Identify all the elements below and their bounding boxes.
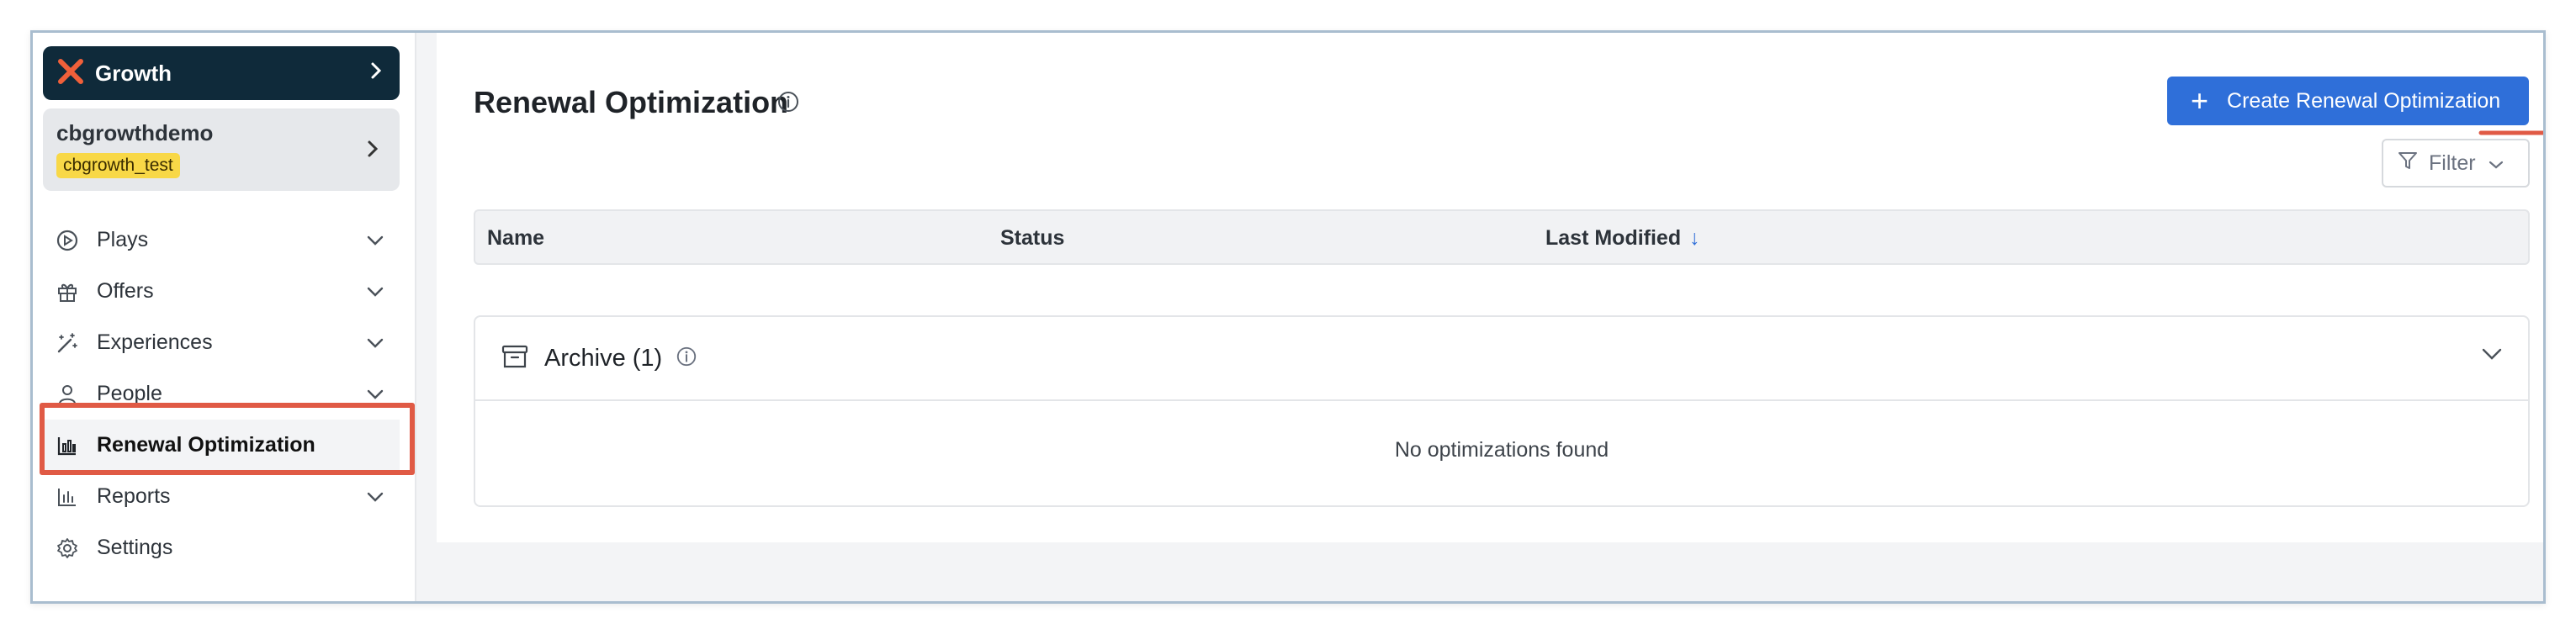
chevron-down-icon: [2488, 151, 2504, 176]
sidebar-item-people[interactable]: People: [43, 368, 400, 420]
sidebar-item-experiences[interactable]: Experiences: [43, 317, 400, 368]
page-title: Renewal Optimization: [474, 85, 789, 119]
sidebar-item-label: Reports: [97, 484, 171, 508]
sidebar-item-renewal-optimization[interactable]: Renewal Optimization: [43, 420, 400, 471]
sidebar-item-reports[interactable]: Reports: [43, 471, 400, 522]
sidebar-item-label: Experiences: [97, 330, 213, 354]
archive-title: Archive (1): [544, 344, 663, 372]
workspace-switcher[interactable]: Growth: [43, 46, 400, 100]
site-switcher[interactable]: cbgrowthdemo cbgrowth_test: [43, 108, 400, 191]
chevron-down-icon[interactable]: [2481, 347, 2503, 365]
sidebar: Growth cbgrowthdemo cbgrowth_test Plays: [33, 33, 416, 601]
sidebar-item-offers[interactable]: Offers: [43, 266, 400, 317]
filter-icon: [2397, 150, 2419, 177]
chevron-down-icon: [364, 332, 386, 354]
create-button-label: Create Renewal Optimization: [2227, 88, 2501, 113]
gift-icon: [55, 279, 80, 304]
bar-chart-icon: [55, 484, 80, 510]
sidebar-item-label: Renewal Optimization: [97, 433, 315, 457]
create-renewal-optimization-button[interactable]: + Create Renewal Optimization: [2167, 77, 2529, 125]
info-icon[interactable]: [777, 90, 800, 118]
magic-wand-icon: [55, 330, 80, 356]
chevron-right-icon: [364, 137, 381, 166]
chevron-down-icon: [364, 230, 386, 251]
chart-icon: [55, 433, 80, 458]
site-badge: cbgrowth_test: [56, 153, 180, 178]
sidebar-item-label: People: [97, 382, 162, 405]
table-header: Name Status Last Modified ↓: [474, 209, 2530, 265]
filter-label: Filter: [2429, 151, 2476, 175]
sidebar-item-label: Plays: [97, 228, 149, 251]
chevron-down-icon: [364, 486, 386, 508]
app-window: Growth cbgrowthdemo cbgrowth_test Plays: [30, 30, 2546, 604]
sidebar-item-settings[interactable]: Settings: [43, 522, 400, 573]
sidebar-item-plays[interactable]: Plays: [43, 214, 400, 266]
empty-state-message: No optimizations found: [1394, 438, 1609, 462]
archive-box-icon: [501, 342, 529, 375]
filter-button[interactable]: Filter: [2382, 139, 2530, 188]
column-header-label: Last Modified: [1545, 226, 1682, 250]
archive-header[interactable]: Archive (1): [475, 317, 2528, 401]
sidebar-nav: Plays Offers Experiences People Renewal …: [43, 214, 400, 573]
info-icon[interactable]: [676, 346, 697, 372]
chevron-down-icon: [364, 281, 386, 303]
chevron-down-icon: [364, 383, 386, 405]
main-panel: Renewal Optimization + Create Renewal Op…: [437, 33, 2543, 542]
plus-icon: +: [2191, 83, 2209, 118]
play-circle-icon: [55, 228, 80, 253]
chevron-right-icon: [368, 61, 384, 86]
column-header-status[interactable]: Status: [1000, 226, 1064, 251]
column-header-last-modified[interactable]: Last Modified ↓: [1545, 226, 1700, 251]
sort-arrow-down-icon: ↓: [1689, 226, 1700, 250]
sidebar-item-label: Offers: [97, 279, 154, 303]
site-name: cbgrowthdemo: [56, 120, 214, 145]
user-icon: [55, 382, 80, 407]
workspace-name: Growth: [95, 60, 172, 86]
gear-icon: [55, 536, 80, 561]
growth-logo-icon: [58, 58, 83, 88]
column-header-name[interactable]: Name: [487, 226, 544, 251]
sidebar-item-label: Settings: [97, 536, 173, 559]
archive-section: Archive (1) No optimizations found: [474, 315, 2530, 507]
